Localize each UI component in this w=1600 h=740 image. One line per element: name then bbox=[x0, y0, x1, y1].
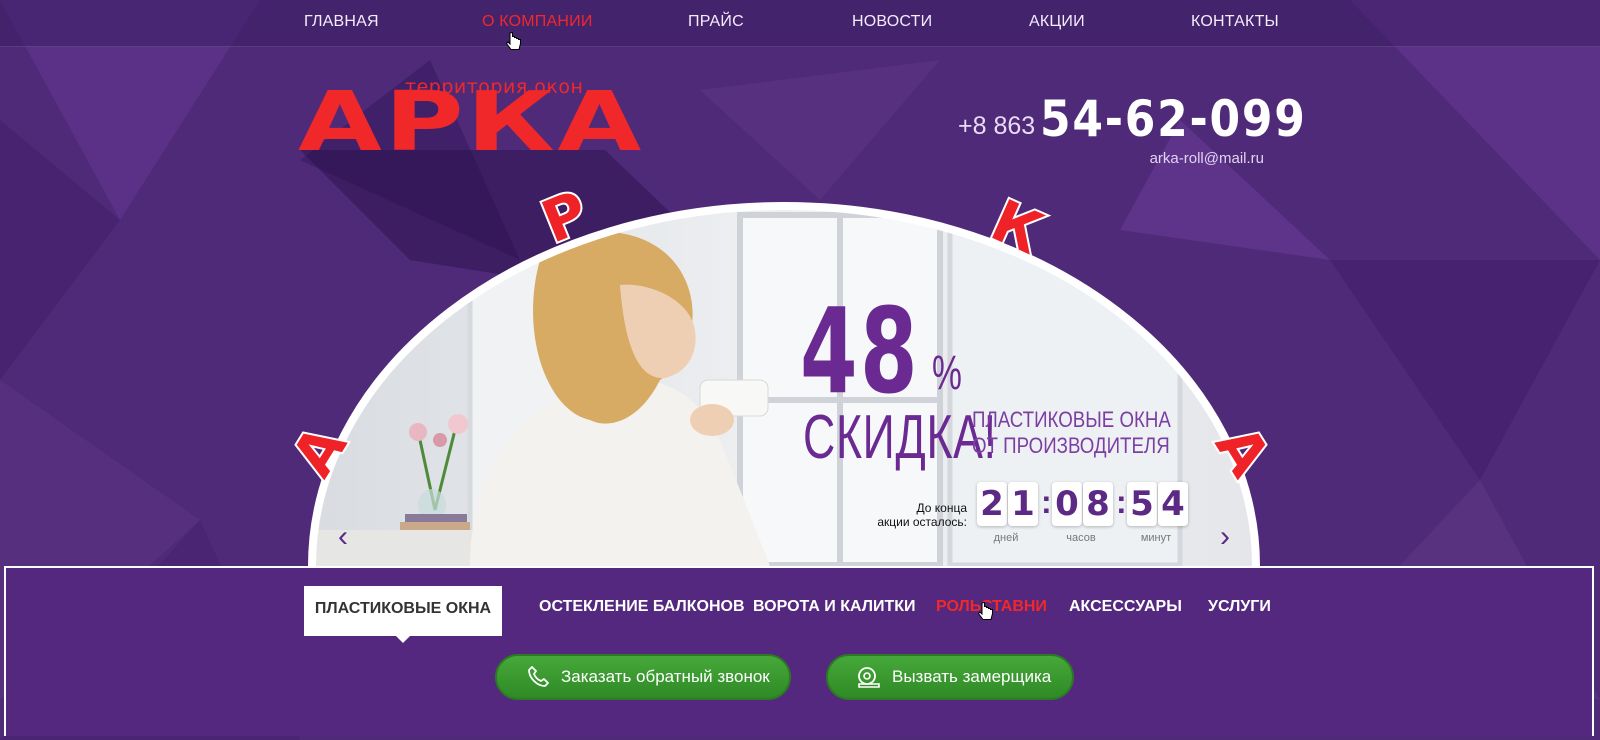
timer-label-line1: До конца bbox=[916, 501, 967, 515]
order-callback-label: Заказать обратный звонок bbox=[561, 667, 770, 686]
timer-days-label: дней bbox=[993, 532, 1019, 544]
timer-minutes-digit: 5 bbox=[1127, 482, 1157, 526]
timer-label-line2: акции осталось: bbox=[877, 515, 967, 529]
category-panel bbox=[4, 566, 1594, 736]
tape-measure-icon bbox=[858, 667, 880, 688]
call-measurer-button[interactable]: Вызвать замерщика bbox=[826, 654, 1074, 700]
timer-hours-digit: 0 bbox=[1052, 482, 1082, 526]
timer-days-digit: 2 bbox=[977, 482, 1007, 526]
tab-plastic-windows[interactable]: ПЛАСТИКОВЫЕ ОКНА bbox=[304, 586, 502, 643]
tab-gates[interactable]: ВОРОТА И КАЛИТКИ bbox=[753, 598, 916, 616]
tab-accessories[interactable]: АКСЕССУАРЫ bbox=[1069, 598, 1182, 616]
chevron-right-icon[interactable]: › bbox=[1210, 520, 1240, 554]
timer-minutes-digit: 4 bbox=[1158, 482, 1188, 526]
promo-description: ПЛАСТИКОВЫЕ ОКНА ОТ ПРОИЗВОДИТЕЛЯ bbox=[972, 407, 1171, 459]
phone-icon bbox=[528, 666, 549, 687]
tab-plastic-windows-label: ПЛАСТИКОВЫЕ ОКНА bbox=[314, 600, 492, 617]
timer-hours-label: часов bbox=[1066, 532, 1096, 544]
timer-hours-digit: 8 bbox=[1083, 482, 1113, 526]
chevron-left-icon[interactable]: ‹ bbox=[328, 520, 358, 554]
hand-cursor-icon bbox=[978, 602, 993, 620]
discount-label: СКИДКА! bbox=[803, 403, 997, 472]
promo-description-line2: ОТ ПРОИЗВОДИТЕЛЯ bbox=[972, 433, 1170, 458]
timer-separator: : bbox=[1116, 484, 1127, 520]
order-callback-button[interactable]: Заказать обратный звонок bbox=[495, 654, 791, 700]
promo-description-line1: ПЛАСТИКОВЫЕ ОКНА bbox=[972, 407, 1171, 432]
call-measurer-label: Вызвать замерщика bbox=[892, 667, 1052, 686]
timer-days-digit: 1 bbox=[1008, 482, 1038, 526]
tab-services[interactable]: УСЛУГИ bbox=[1208, 598, 1271, 616]
timer-separator: : bbox=[1041, 484, 1052, 520]
percent-sign: % bbox=[932, 347, 962, 400]
timer-label: До конца акции осталось: bbox=[865, 501, 967, 529]
tab-balcony-glazing[interactable]: ОСТЕКЛЕНИЕ БАЛКОНОВ bbox=[539, 598, 745, 616]
discount-percent: 48 bbox=[800, 282, 920, 420]
timer-minutes-label: минут bbox=[1140, 532, 1172, 544]
